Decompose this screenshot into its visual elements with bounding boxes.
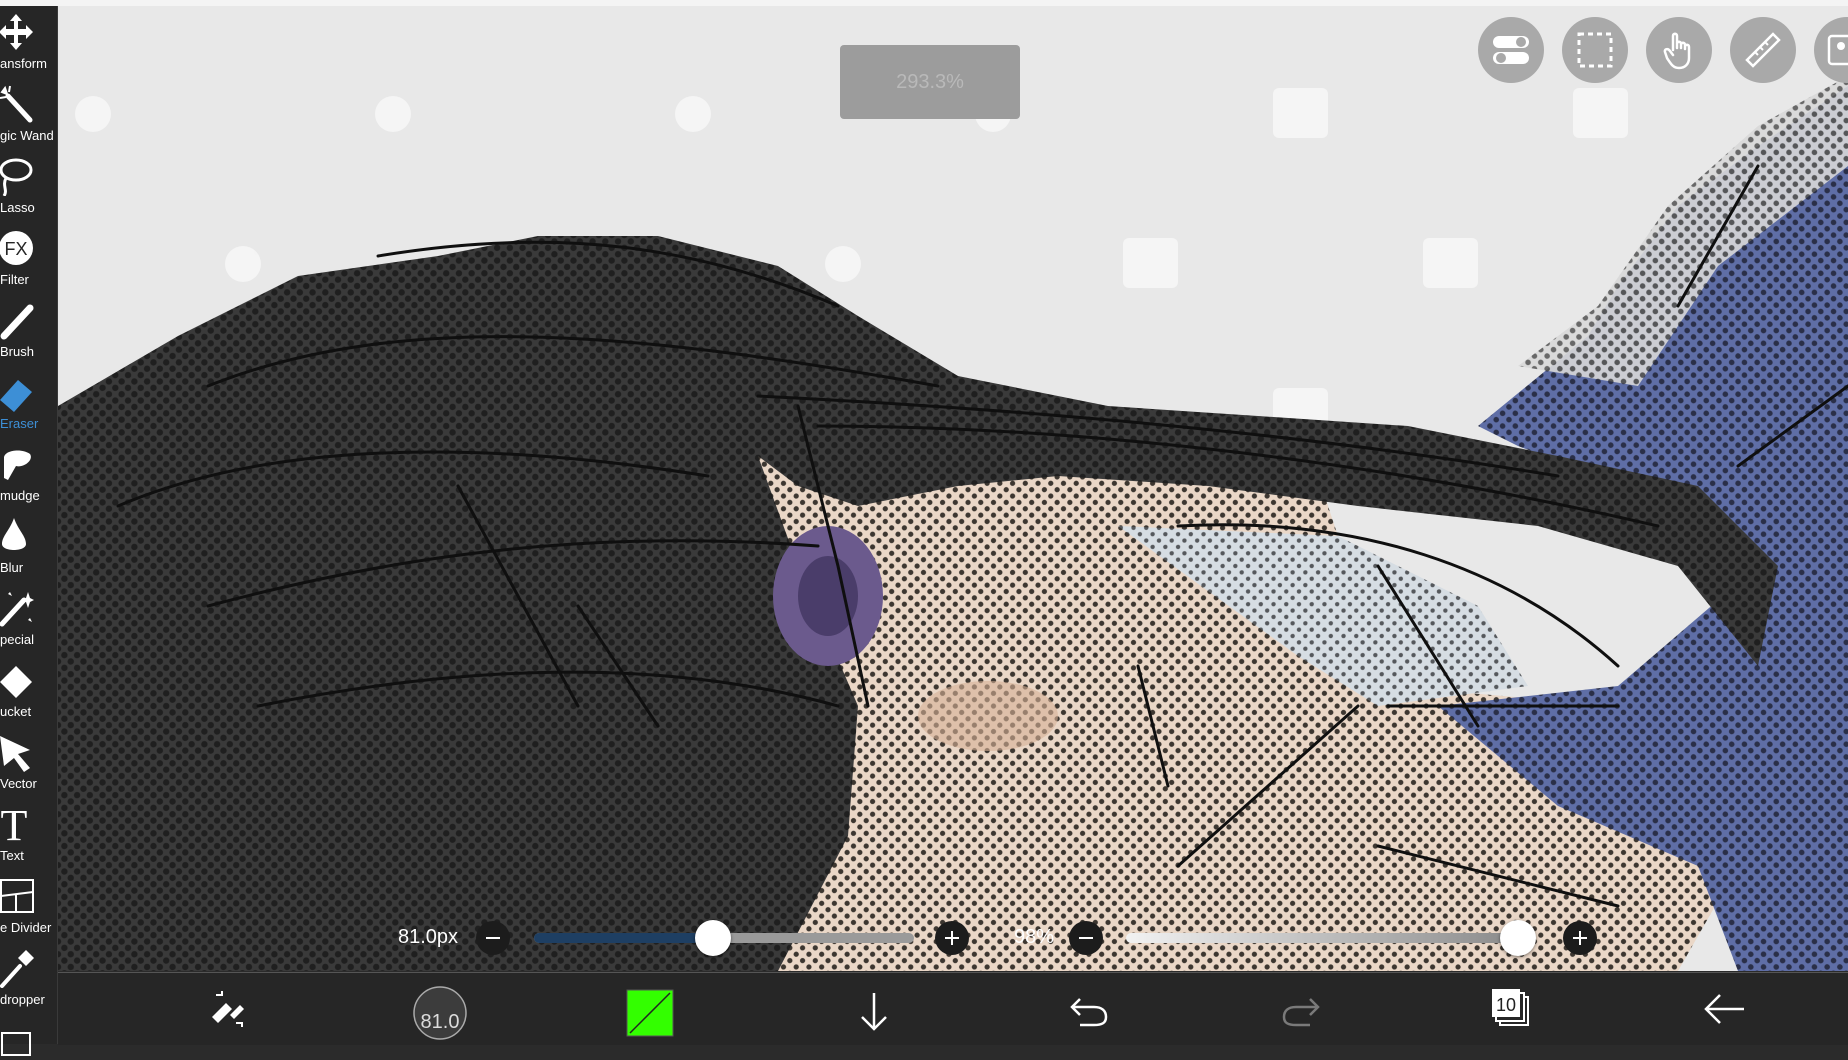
brush-size-decrease[interactable] [476,921,510,955]
ruler-button[interactable] [1730,17,1796,83]
selection-button[interactable] [1562,17,1628,83]
hand-button[interactable] [1646,17,1712,83]
frame-divider-icon [0,879,34,913]
redo-icon [1282,998,1320,1027]
tool-label: Text [0,848,24,863]
reference-icon [1827,34,1848,66]
brush-size-button[interactable]: 81.0 [410,973,470,1045]
tool-vector[interactable]: Vector [0,726,57,798]
layers-button[interactable]: 10 [1482,973,1542,1045]
selection-icon [1577,32,1613,68]
tool-eraser[interactable]: Eraser [0,366,57,438]
tool-label: gic Wand [0,128,54,143]
swap-tools-icon [212,991,244,1027]
toggle-button[interactable] [1478,17,1544,83]
tool-label: ansform [0,56,47,71]
tool-next[interactable] [0,1014,57,1056]
tool-label: dropper [0,992,45,1007]
tool-magic-wand[interactable]: gic Wand [0,78,57,150]
opacity-increase[interactable] [1563,921,1597,955]
tool-label: mudge [0,488,40,503]
opacity-slider[interactable] [1126,933,1526,943]
tool-label: Eraser [0,416,39,431]
minus-icon [1079,937,1093,939]
download-icon [861,993,887,1031]
hand-icon [1663,32,1691,70]
bottom-toolbar: 81.0 10 [58,972,1848,1045]
brush-size-increase[interactable] [935,921,969,955]
tool-label: Brush [0,344,34,359]
tool-lasso[interactable]: Lasso [0,150,57,222]
tool-frame-divider[interactable]: e Divider [0,870,57,942]
tool-transform[interactable]: ansform [0,6,57,78]
minus-icon [486,937,500,939]
tool-bucket[interactable]: ucket [0,654,57,726]
back-icon [1704,994,1744,1024]
vector-arrow-icon [0,736,30,772]
tool-label: Filter [0,272,29,287]
brush-icon [0,304,34,340]
plus-icon [1573,931,1587,945]
tool-special[interactable]: pecial [0,582,57,654]
blur-drop-icon [2,518,26,550]
color-icon [626,989,674,1037]
tool-blur[interactable]: Blur [0,510,57,582]
eyedropper-icon [0,950,34,988]
brush-size-display: 81.0 [420,1011,460,1033]
zoom-indicator: 293.3% [840,45,1020,119]
tool-label: Lasso [0,200,35,215]
tool-eyedropper[interactable]: dropper [0,942,57,1014]
bucket-icon [0,666,32,698]
smudge-icon [4,450,31,480]
tool-brush[interactable]: Brush [0,294,57,366]
undo-button[interactable] [1058,973,1118,1045]
fx-icon: FX [0,231,33,265]
tool-smudge[interactable]: mudge [0,438,57,510]
plus-icon [945,931,959,945]
svg-text:T: T [1,804,28,844]
download-button[interactable] [844,973,904,1045]
tool-label: Blur [0,560,24,575]
opacity-decrease[interactable] [1069,921,1103,955]
tool-label: Vector [0,776,37,791]
transform-icon [0,14,33,50]
tool-label: ucket [0,704,32,719]
text-icon: T [1,804,28,844]
brush-size-thumb[interactable] [694,920,731,956]
tool-label: pecial [0,632,34,647]
special-wand-icon [0,592,34,627]
undo-icon [1070,998,1108,1027]
tool-filter[interactable]: FX Filter [0,222,57,294]
ruler-icon [1745,32,1781,68]
back-button[interactable] [1694,973,1754,1045]
redo-button[interactable] [1272,973,1332,1045]
eraser-icon [0,380,32,412]
color-button[interactable] [626,973,676,1045]
svg-text:FX: FX [4,239,27,259]
lasso-icon [0,158,33,196]
brush-size-value: 81.0px [398,926,459,948]
tool-sidebar: ansform gic Wand Lasso FX Filter Brush E… [0,6,58,1056]
toggle-icon [1493,36,1529,64]
opacity-value: 98% [1014,926,1055,948]
layer-count: 10 [1495,995,1517,1015]
opacity-thumb[interactable] [1500,920,1536,956]
tool-text[interactable]: T Text [0,798,57,870]
brush-size-fill [534,933,713,943]
tool-label: e Divider [0,920,52,935]
magic-wand-icon [0,85,33,123]
canvas-icon [1,1032,31,1056]
swap-tools-button[interactable] [198,973,258,1045]
drawing-canvas[interactable] [58,6,1848,971]
